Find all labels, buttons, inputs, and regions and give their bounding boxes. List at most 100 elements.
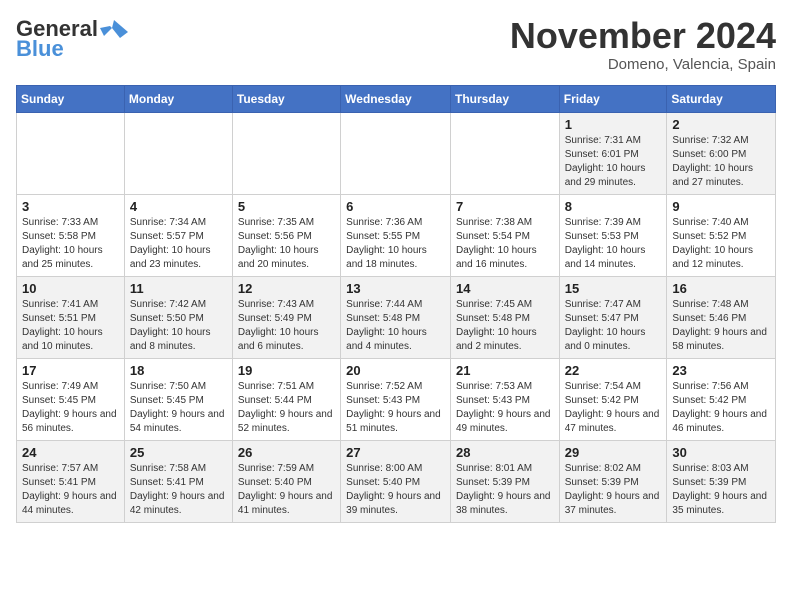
day-info: Sunrise: 7:34 AMSunset: 5:57 PMDaylight:…: [130, 216, 227, 272]
day-info: Sunrise: 7:38 AMSunset: 5:54 PMDaylight:…: [456, 216, 554, 272]
day-number: 26: [238, 445, 335, 460]
day-number: 20: [346, 363, 445, 378]
day-number: 30: [672, 445, 770, 460]
calendar-cell: 20 Sunrise: 7:52 AMSunset: 5:43 PMDayligh…: [341, 358, 451, 440]
logo: General Blue: [16, 16, 128, 62]
calendar-cell: 11 Sunrise: 7:42 AMSunset: 5:50 PMDayligh…: [124, 276, 232, 358]
day-number: 6: [346, 199, 445, 214]
calendar-week-2: 3 Sunrise: 7:33 AMSunset: 5:58 PMDaylight…: [17, 194, 776, 276]
calendar-cell: 4 Sunrise: 7:34 AMSunset: 5:57 PMDaylight…: [124, 194, 232, 276]
day-number: 8: [565, 199, 662, 214]
calendar-cell: 28Sunrise: 8:01 AMSunset: 5:39 PMDayligh…: [450, 440, 559, 522]
calendar-cell: 3 Sunrise: 7:33 AMSunset: 5:58 PMDaylight…: [17, 194, 125, 276]
calendar-cell: 13 Sunrise: 7:44 AMSunset: 5:48 PMDayligh…: [341, 276, 451, 358]
day-info: Sunrise: 8:00 AMSunset: 5:40 PMDaylight:…: [346, 462, 445, 518]
day-number: 27: [346, 445, 445, 460]
col-header-saturday: Saturday: [667, 85, 776, 112]
logo-text-blue: Blue: [16, 36, 64, 62]
day-number: 15: [565, 281, 662, 296]
calendar-cell: 27 Sunrise: 8:00 AMSunset: 5:40 PMDayligh…: [341, 440, 451, 522]
day-info: Sunrise: 7:44 AMSunset: 5:48 PMDaylight:…: [346, 298, 445, 354]
day-number: 13: [346, 281, 445, 296]
day-number: 2: [672, 117, 770, 132]
day-info: Sunrise: 7:42 AMSunset: 5:50 PMDaylight:…: [130, 298, 227, 354]
day-info: Sunrise: 7:53 AMSunset: 5:43 PMDaylight:…: [456, 380, 554, 436]
day-info: Sunrise: 7:48 AMSunset: 5:46 PMDaylight:…: [672, 298, 770, 354]
calendar-week-4: 17 Sunrise: 7:49 AMSunset: 5:45 PMDayligh…: [17, 358, 776, 440]
logo-bird-icon: [100, 18, 128, 40]
calendar-cell: 12 Sunrise: 7:43 AMSunset: 5:49 PMDayligh…: [232, 276, 340, 358]
calendar-cell: 6Sunrise: 7:36 AMSunset: 5:55 PMDaylight…: [341, 194, 451, 276]
day-info: Sunrise: 8:01 AMSunset: 5:39 PMDaylight:…: [456, 462, 554, 518]
calendar-cell: 30 Sunrise: 8:03 AMSunset: 5:39 PMDayligh…: [667, 440, 776, 522]
calendar-cell: 29Sunrise: 8:02 AMSunset: 5:39 PMDayligh…: [559, 440, 667, 522]
calendar-cell: [124, 112, 232, 194]
day-info: Sunrise: 7:54 AMSunset: 5:42 PMDaylight:…: [565, 380, 662, 436]
page-header: General Blue November 2024 Domeno, Valen…: [16, 16, 776, 73]
day-number: 16: [672, 281, 770, 296]
calendar-header-row: SundayMondayTuesdayWednesdayThursdayFrid…: [17, 85, 776, 112]
day-info: Sunrise: 7:43 AMSunset: 5:49 PMDaylight:…: [238, 298, 335, 354]
day-info: Sunrise: 7:51 AMSunset: 5:44 PMDaylight:…: [238, 380, 335, 436]
day-number: 10: [22, 281, 119, 296]
calendar-cell: 1Sunrise: 7:31 AMSunset: 6:01 PMDaylight…: [559, 112, 667, 194]
calendar-week-5: 24 Sunrise: 7:57 AMSunset: 5:41 PMDayligh…: [17, 440, 776, 522]
day-info: Sunrise: 7:56 AMSunset: 5:42 PMDaylight:…: [672, 380, 770, 436]
calendar-cell: 18 Sunrise: 7:50 AMSunset: 5:45 PMDayligh…: [124, 358, 232, 440]
day-number: 17: [22, 363, 119, 378]
day-info: Sunrise: 7:33 AMSunset: 5:58 PMDaylight:…: [22, 216, 119, 272]
day-info: Sunrise: 8:03 AMSunset: 5:39 PMDaylight:…: [672, 462, 770, 518]
day-number: 7: [456, 199, 554, 214]
calendar-cell: 17 Sunrise: 7:49 AMSunset: 5:45 PMDayligh…: [17, 358, 125, 440]
day-number: 9: [672, 199, 770, 214]
col-header-tuesday: Tuesday: [232, 85, 340, 112]
calendar-cell: [341, 112, 451, 194]
day-number: 11: [130, 281, 227, 296]
calendar-cell: 15Sunrise: 7:47 AMSunset: 5:47 PMDayligh…: [559, 276, 667, 358]
calendar-cell: 22 Sunrise: 7:54 AMSunset: 5:42 PMDayligh…: [559, 358, 667, 440]
day-number: 5: [238, 199, 335, 214]
day-number: 4: [130, 199, 227, 214]
calendar-cell: 16 Sunrise: 7:48 AMSunset: 5:46 PMDayligh…: [667, 276, 776, 358]
day-info: Sunrise: 7:50 AMSunset: 5:45 PMDaylight:…: [130, 380, 227, 436]
day-info: Sunrise: 7:52 AMSunset: 5:43 PMDaylight:…: [346, 380, 445, 436]
day-info: Sunrise: 7:58 AMSunset: 5:41 PMDaylight:…: [130, 462, 227, 518]
day-number: 25: [130, 445, 227, 460]
day-number: 18: [130, 363, 227, 378]
day-number: 21: [456, 363, 554, 378]
col-header-wednesday: Wednesday: [341, 85, 451, 112]
day-info: Sunrise: 7:41 AMSunset: 5:51 PMDaylight:…: [22, 298, 119, 354]
calendar-cell: 19 Sunrise: 7:51 AMSunset: 5:44 PMDayligh…: [232, 358, 340, 440]
day-info: Sunrise: 7:32 AMSunset: 6:00 PMDaylight:…: [672, 134, 770, 190]
calendar-cell: 10 Sunrise: 7:41 AMSunset: 5:51 PMDayligh…: [17, 276, 125, 358]
day-number: 12: [238, 281, 335, 296]
calendar-cell: 24 Sunrise: 7:57 AMSunset: 5:41 PMDayligh…: [17, 440, 125, 522]
day-number: 3: [22, 199, 119, 214]
day-info: Sunrise: 7:39 AMSunset: 5:53 PMDaylight:…: [565, 216, 662, 272]
calendar-week-3: 10 Sunrise: 7:41 AMSunset: 5:51 PMDayligh…: [17, 276, 776, 358]
day-number: 22: [565, 363, 662, 378]
calendar-cell: 8 Sunrise: 7:39 AMSunset: 5:53 PMDaylight…: [559, 194, 667, 276]
day-number: 23: [672, 363, 770, 378]
day-info: Sunrise: 8:02 AMSunset: 5:39 PMDaylight:…: [565, 462, 662, 518]
day-number: 19: [238, 363, 335, 378]
calendar-cell: 23 Sunrise: 7:56 AMSunset: 5:42 PMDayligh…: [667, 358, 776, 440]
day-info: Sunrise: 7:35 AMSunset: 5:56 PMDaylight:…: [238, 216, 335, 272]
calendar-cell: 21 Sunrise: 7:53 AMSunset: 5:43 PMDayligh…: [450, 358, 559, 440]
day-info: Sunrise: 7:59 AMSunset: 5:40 PMDaylight:…: [238, 462, 335, 518]
month-title: November 2024: [510, 16, 776, 56]
calendar-cell: 2 Sunrise: 7:32 AMSunset: 6:00 PMDaylight…: [667, 112, 776, 194]
col-header-thursday: Thursday: [450, 85, 559, 112]
calendar-cell: 5 Sunrise: 7:35 AMSunset: 5:56 PMDaylight…: [232, 194, 340, 276]
day-number: 1: [565, 117, 662, 132]
calendar-cell: 26 Sunrise: 7:59 AMSunset: 5:40 PMDayligh…: [232, 440, 340, 522]
title-area: November 2024 Domeno, Valencia, Spain: [510, 16, 776, 73]
calendar-cell: 14Sunrise: 7:45 AMSunset: 5:48 PMDayligh…: [450, 276, 559, 358]
day-info: Sunrise: 7:49 AMSunset: 5:45 PMDaylight:…: [22, 380, 119, 436]
day-number: 14: [456, 281, 554, 296]
day-number: 24: [22, 445, 119, 460]
day-info: Sunrise: 7:57 AMSunset: 5:41 PMDaylight:…: [22, 462, 119, 518]
day-info: Sunrise: 7:40 AMSunset: 5:52 PMDaylight:…: [672, 216, 770, 272]
col-header-monday: Monday: [124, 85, 232, 112]
calendar-cell: 7 Sunrise: 7:38 AMSunset: 5:54 PMDaylight…: [450, 194, 559, 276]
